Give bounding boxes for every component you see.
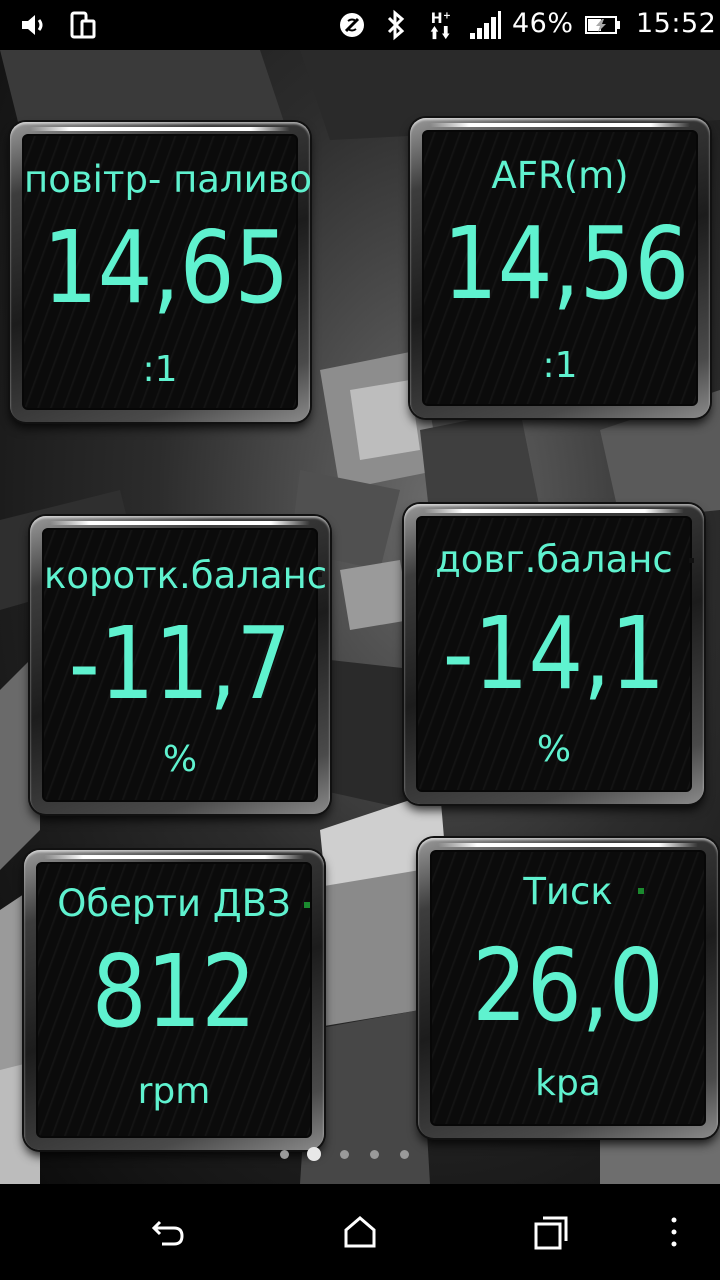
gauge-short-term-fuel-trim[interactable]: коротк.баланс -11,7 % [30,516,330,814]
volume-icon [22,15,43,35]
gauge-engine-rpm[interactable]: Оберти ДВЗ 812 rpm [24,850,324,1150]
gauge-value: -11,7 [68,605,292,722]
home-icon[interactable] [340,1212,380,1252]
gauge-face: довг.баланс -14,1 % [416,516,694,792]
page-dot-2-active[interactable] [307,1147,321,1161]
gauge-unit: % [162,739,198,780]
page-dot-4[interactable] [370,1150,379,1159]
gauge-unit: :1 [542,345,578,386]
battery-charging-icon [585,16,620,34]
gauge-label: довг.баланс [435,538,673,581]
svg-text:H: H [431,11,443,27]
back-icon[interactable] [148,1212,188,1252]
page-dot-3[interactable] [340,1150,349,1159]
gauge-air-fuel-ratio[interactable]: повітр- паливо 14,65 :1 [10,122,313,422]
status-dot [304,902,310,908]
gauge-unit: rpm [137,1071,211,1112]
gauge-value: 812 [91,933,257,1050]
recents-icon[interactable] [532,1212,572,1252]
gauge-value: 14,56 [443,205,690,322]
gauge-label: повітр- паливо [24,158,313,201]
gauge-long-term-fuel-trim[interactable]: довг.баланс -14,1 % [404,504,704,804]
hplus-data-icon: H + [430,10,451,40]
svg-text:+: + [443,10,451,21]
signal-icon [470,11,501,39]
page-indicator[interactable] [280,1146,420,1162]
gauge-unit: :1 [142,349,178,390]
gauge-label: Оберти ДВЗ [57,882,291,925]
page-dot-5[interactable] [400,1150,409,1159]
gauge-value: 26,0 [472,927,664,1044]
gauge-label: коротк.баланс [44,554,328,597]
gauge-label: AFR(m) [491,154,629,197]
nfc-icon [340,13,364,37]
navigation-bar [0,1184,720,1280]
page-dot-1[interactable] [280,1150,289,1159]
screen-rotate-icon [70,11,96,39]
status-dot [689,558,694,563]
status-bar: H + 46% 15:52 [0,0,720,50]
screen: H + 46% 15:52 повітр- паливо 14,65:1 AF… [0,0,720,1280]
status-dot [638,888,644,894]
gauge-label: Тиск [523,870,613,913]
overflow-menu-icon[interactable] [664,1212,684,1252]
gauge-value: -14,1 [442,595,666,712]
gauge-value: 14,65 [43,209,290,326]
gauge-face: Тиск 26,0 kpa [430,850,706,1126]
bluetooth-icon [387,9,405,41]
gauge-unit: kpa [535,1063,601,1104]
gauge-afr-measured[interactable]: AFR(m) 14,56 :1 [410,118,710,418]
gauge-face: Оберти ДВЗ 812 rpm [36,862,312,1138]
gauge-unit: % [536,729,572,770]
gauge-face: коротк.баланс -11,7 % [42,528,328,802]
clock: 15:52 [636,8,717,39]
gauge-face: повітр- паливо 14,65 :1 [22,134,313,410]
status-dot [317,572,322,577]
gauge-pressure[interactable]: Тиск 26,0 kpa [418,838,718,1138]
battery-percent: 46% [512,8,574,39]
gauge-face: AFR(m) 14,56 :1 [422,130,698,406]
